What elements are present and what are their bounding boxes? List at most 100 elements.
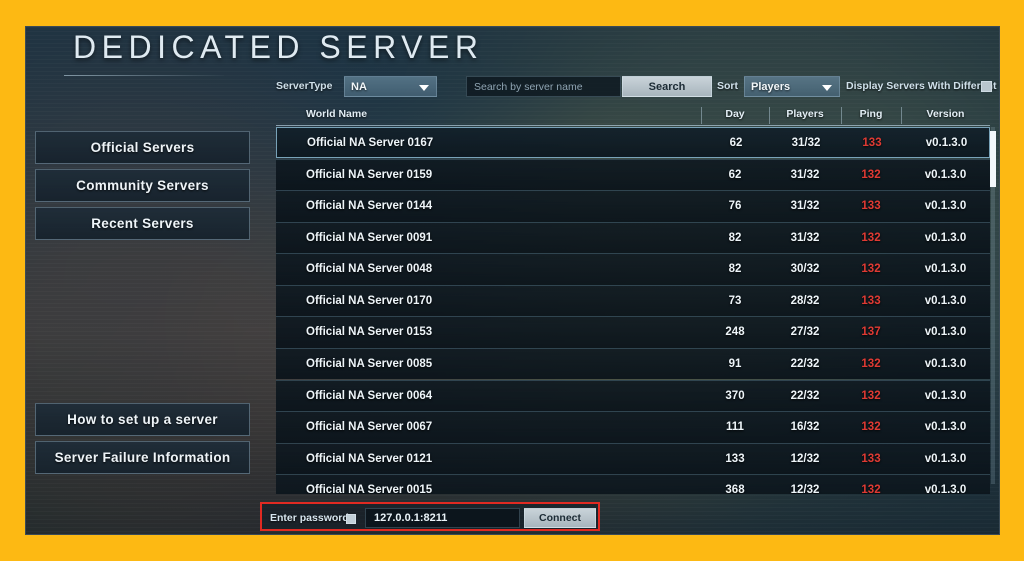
column-header-version[interactable]: Version (901, 108, 990, 120)
cell-players: 31/32 (790, 200, 820, 213)
cell-ping: 132 (861, 231, 881, 244)
cell-world-name: Official NA Server 0153 (306, 326, 433, 339)
display-different-versions-checkbox[interactable] (981, 81, 992, 92)
table-row[interactable]: Official NA Server 0153 248 27/32 137 v0.1.3… (276, 316, 990, 348)
chevron-down-icon (822, 85, 832, 91)
cell-world-name: Official NA Server 0167 (307, 137, 434, 149)
cell-version: v0.1.3.0 (924, 231, 967, 244)
cell-version: v0.1.3.0 (924, 263, 967, 276)
cell-version: v0.1.3.0 (924, 326, 967, 339)
cell-players: 31/32 (790, 231, 820, 244)
cell-version: v0.1.3.0 (924, 358, 967, 371)
cell-day: 82 (728, 263, 742, 276)
cell-day: 368 (725, 484, 745, 494)
cell-players: 30/32 (790, 263, 820, 276)
sidebar-item-how-to-set-up-a-server[interactable]: How to set up a server (35, 403, 250, 436)
column-header-ping[interactable]: Ping (841, 108, 901, 120)
server-type-dropdown[interactable]: NA (344, 76, 437, 97)
sidebar-item-recent-servers[interactable]: Recent Servers (35, 207, 250, 240)
cell-ping: 132 (861, 421, 881, 434)
enter-password-checkbox[interactable] (346, 514, 356, 524)
sidebar-item-label: Server Failure Information (54, 450, 231, 465)
sidebar-item-official-servers[interactable]: Official Servers (35, 131, 250, 164)
table-row[interactable]: Official NA Server 0064 370 22/32 132 v0.1.3… (276, 379, 990, 412)
cell-players: 12/32 (790, 484, 820, 494)
cell-world-name: Official NA Server 0144 (306, 200, 433, 213)
sidebar-item-community-servers[interactable]: Community Servers (35, 169, 250, 202)
sort-label: Sort (717, 80, 738, 92)
server-address-input[interactable]: 127.0.0.1:8211 (365, 508, 520, 528)
table-row[interactable]: Official NA Server 0121 133 12/32 133 v0.1.3… (276, 442, 990, 475)
cell-ping: 132 (861, 389, 881, 402)
cell-players: 22/32 (790, 389, 820, 402)
table-row[interactable]: Official NA Server 0159 62 31/32 132 v0.1.3.… (276, 158, 990, 190)
sidebar-item-label: How to set up a server (67, 412, 218, 427)
cell-ping: 133 (862, 137, 882, 149)
cell-ping: 132 (861, 168, 881, 181)
cell-world-name: Official NA Server 0067 (306, 421, 433, 434)
cell-ping: 132 (861, 358, 881, 371)
sidebar-item-label: Recent Servers (91, 216, 194, 231)
cell-version: v0.1.3.0 (924, 452, 967, 465)
cell-version: v0.1.3.0 (924, 294, 967, 307)
cell-version: v0.1.3.0 (924, 421, 967, 434)
sidebar-item-label: Community Servers (76, 178, 209, 193)
sidebar-item-label: Official Servers (90, 140, 195, 155)
sort-dropdown[interactable]: Players (744, 76, 840, 97)
scrollbar-thumb[interactable] (990, 131, 996, 187)
cell-version: v0.1.3.0 (924, 484, 967, 494)
cell-ping: 133 (861, 452, 881, 465)
table-row[interactable]: Official NA Server 0091 82 31/32 132 v0.1.3.… (276, 221, 990, 254)
connect-button[interactable]: Connect (524, 508, 596, 528)
table-row[interactable]: Official NA Server 0048 82 30/32 132 v0.1.3.… (276, 253, 990, 285)
table-body: Official NA Server 0167 62 31/32 133 v0.1.3.… (276, 127, 990, 494)
cell-players: 31/32 (790, 168, 820, 181)
cell-day: 82 (728, 231, 742, 244)
search-button[interactable]: Search (622, 76, 712, 97)
table-row[interactable]: Official NA Server 0144 76 31/32 133 v0.1.3.… (276, 190, 990, 222)
title-underline (64, 75, 224, 76)
table-row[interactable]: Official NA Server 0085 91 22/32 132 v0.1.3.… (276, 348, 990, 380)
cell-world-name: Official NA Server 0085 (306, 358, 433, 371)
cell-ping: 132 (861, 484, 881, 494)
cell-world-name: Official NA Server 0064 (306, 389, 433, 402)
server-address-value: 127.0.0.1:8211 (374, 512, 448, 524)
filter-toolbar: ServerType NA Search by server name Sear… (276, 76, 999, 98)
column-header-players[interactable]: Players (769, 108, 841, 120)
cell-version: v0.1.3.0 (924, 200, 967, 213)
table-row[interactable]: Official NA Server 0067 111 16/32 132 v0.1.3… (276, 411, 990, 443)
cell-version: v0.1.3.0 (924, 168, 967, 181)
cell-world-name: Official NA Server 0121 (306, 452, 433, 465)
table-row[interactable]: Official NA Server 0167 62 31/32 133 v0.1.3.… (276, 127, 990, 159)
cell-day: 62 (728, 168, 742, 181)
cell-players: 31/32 (791, 137, 821, 149)
cell-ping: 133 (861, 200, 881, 213)
cell-players: 16/32 (790, 421, 820, 434)
cell-ping: 133 (861, 294, 881, 307)
table-header: World Name Day Players Ping Version (276, 104, 990, 126)
cell-world-name: Official NA Server 0048 (306, 263, 433, 276)
search-input[interactable]: Search by server name (466, 76, 621, 97)
connect-button-label: Connect (539, 512, 581, 524)
table-row[interactable]: Official NA Server 0170 73 28/32 133 v0.1.3.… (276, 284, 990, 317)
cell-day: 133 (725, 452, 745, 465)
server-type-label: ServerType (276, 80, 333, 92)
column-header-world-name[interactable]: World Name (306, 108, 367, 120)
search-placeholder: Search by server name (474, 80, 583, 93)
cell-world-name: Official NA Server 0159 (306, 168, 433, 181)
table-row[interactable]: Official NA Server 0015 368 12/32 132 v0.1.3… (276, 474, 990, 494)
cell-players: 12/32 (790, 452, 820, 465)
cell-ping: 137 (861, 326, 881, 339)
cell-day: 62 (729, 137, 743, 149)
server-type-value: NA (351, 80, 367, 93)
cell-world-name: Official NA Server 0015 (306, 484, 433, 494)
column-header-day[interactable]: Day (701, 108, 769, 120)
sort-value: Players (751, 80, 791, 93)
search-button-label: Search (648, 80, 686, 93)
page-title: DEDICATED SERVER (73, 29, 484, 65)
cell-day: 73 (728, 294, 742, 307)
cell-players: 27/32 (790, 326, 820, 339)
server-list-table: World Name Day Players Ping Version Offi… (276, 104, 990, 494)
sidebar-item-server-failure-information[interactable]: Server Failure Information (35, 441, 250, 474)
dedicated-server-window: DEDICATED SERVER Official Servers Commun… (25, 26, 1000, 535)
